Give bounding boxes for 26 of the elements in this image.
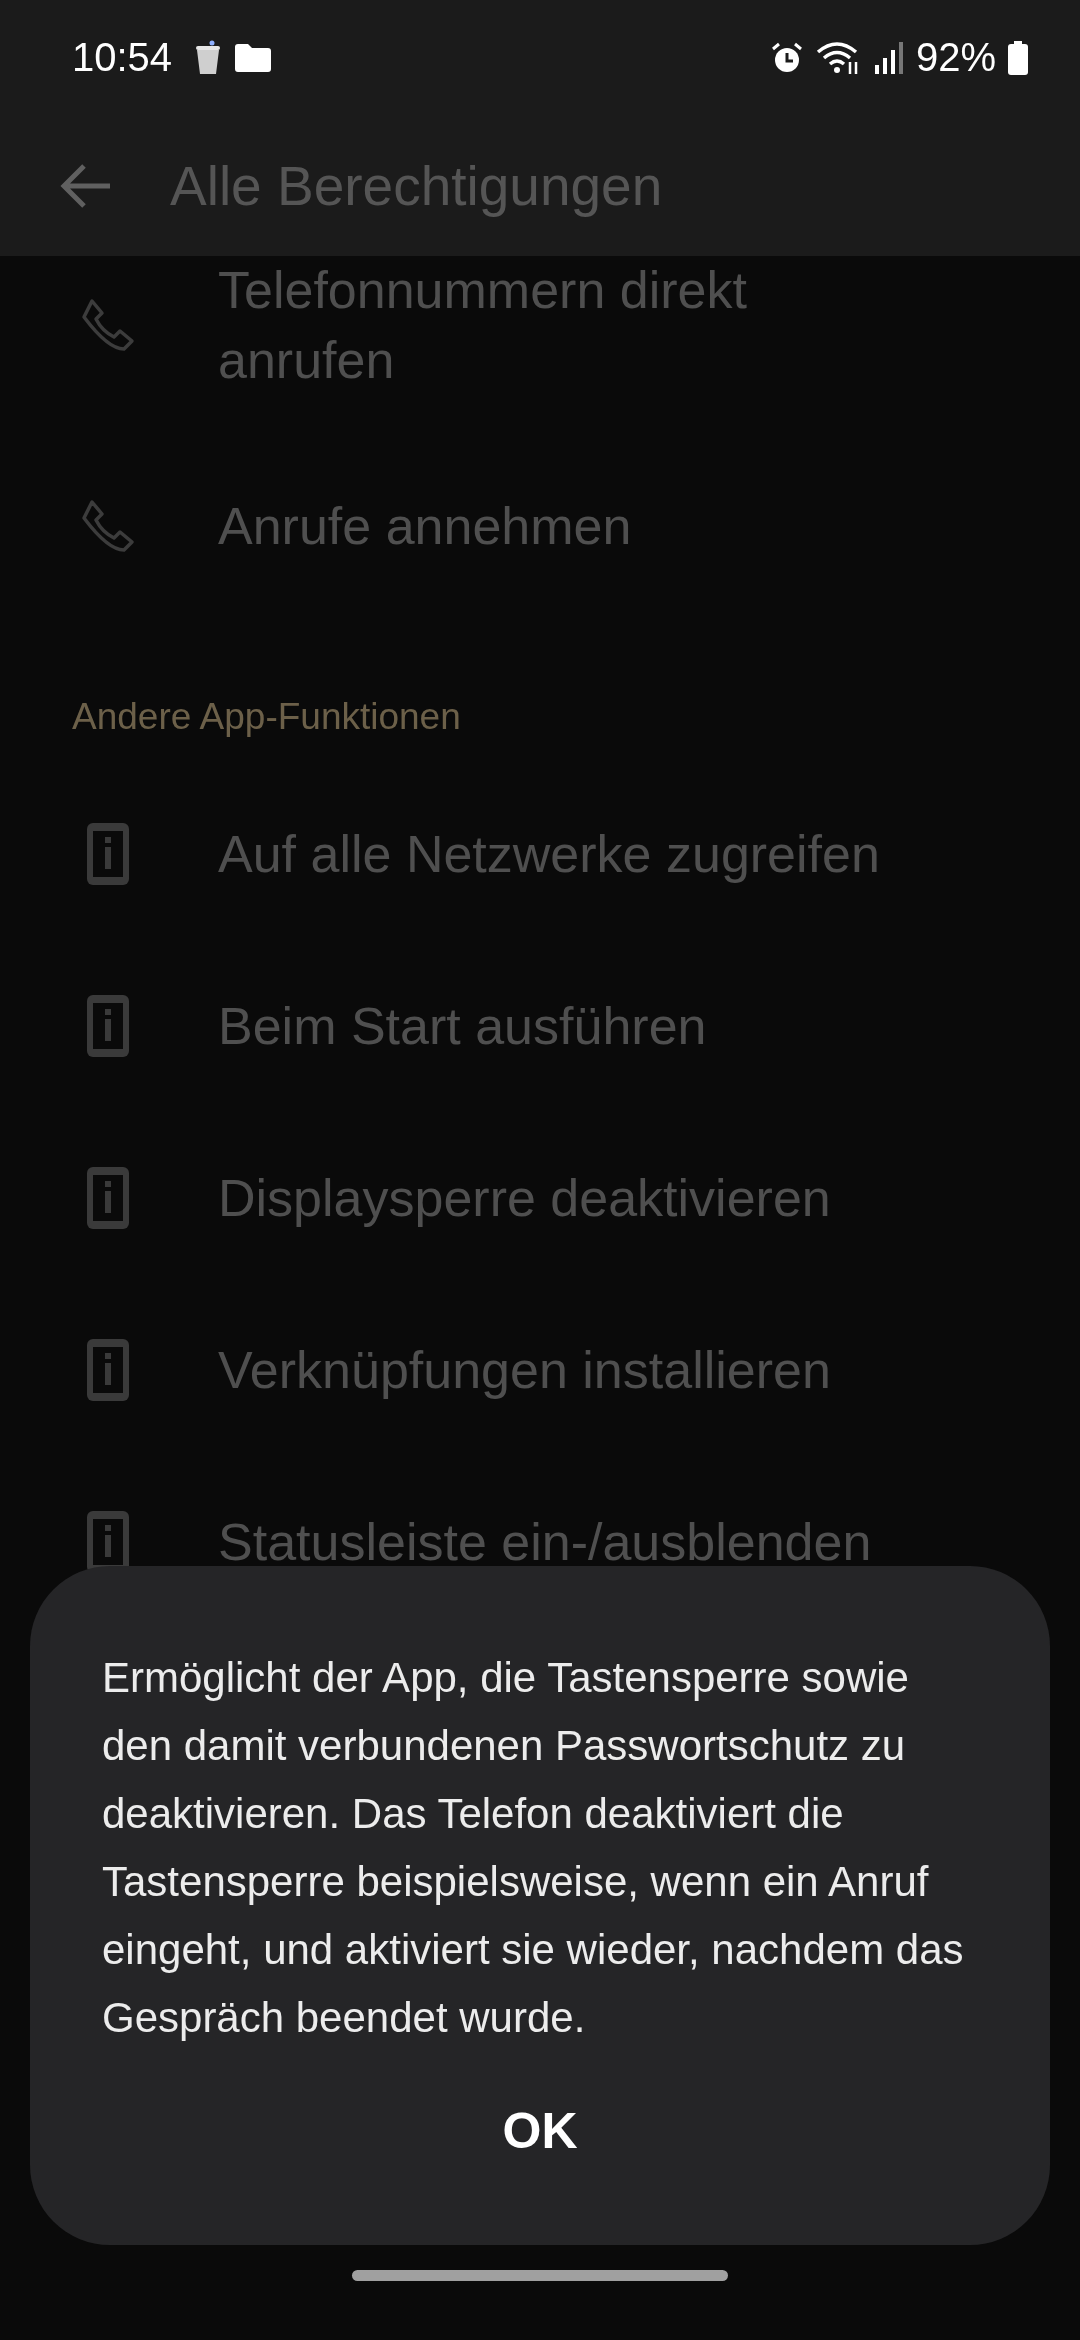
permission-item[interactable]: Auf alle Netzwerke zugreifen [0,768,1080,940]
phone-icon [80,297,136,353]
status-time: 10:54 [72,35,173,80]
ok-button[interactable]: OK [462,2086,618,2176]
info-icon [87,995,129,1057]
navigation-handle[interactable] [352,2270,728,2281]
permission-item[interactable]: Telefonnummern direkt anrufen [0,256,1080,440]
info-icon [87,823,129,885]
phone-icon [80,498,136,554]
trash-can-icon [194,39,223,76]
folder-icon [234,42,273,73]
back-arrow-icon[interactable] [60,163,112,208]
permission-item[interactable]: Anrufe annehmen [0,440,1080,612]
section-header: Andere App-Funktionen [71,695,461,739]
permission-item[interactable]: Verknüpfungen installieren [0,1284,1080,1456]
battery-level: 92% [915,35,996,80]
battery-icon [1008,40,1028,75]
signal-icon [873,40,904,75]
dialog-message: Ermöglicht der App, die Tastensperre sowie den damit verbundenen Passwortschutz zu deaktivieren. Das Telefon deaktiviert die Tastensperre beispielsweise, wenn ein Anruf eingeht, und aktiviert sie wieder, nachdem das Gespräch beendet wurde. [102,1653,965,2043]
permission-item[interactable]: Beim Start ausführen [0,940,1080,1112]
page-title: Alle Berechtigungen [170,153,663,218]
info-icon [87,1167,129,1229]
alarm-icon [769,40,804,75]
permission-item[interactable]: Statusleiste ein-/ausblenden [0,1456,1080,1628]
info-icon [87,1339,129,1401]
permission-item[interactable]: Displaysperre deaktivieren [0,1112,1080,1284]
